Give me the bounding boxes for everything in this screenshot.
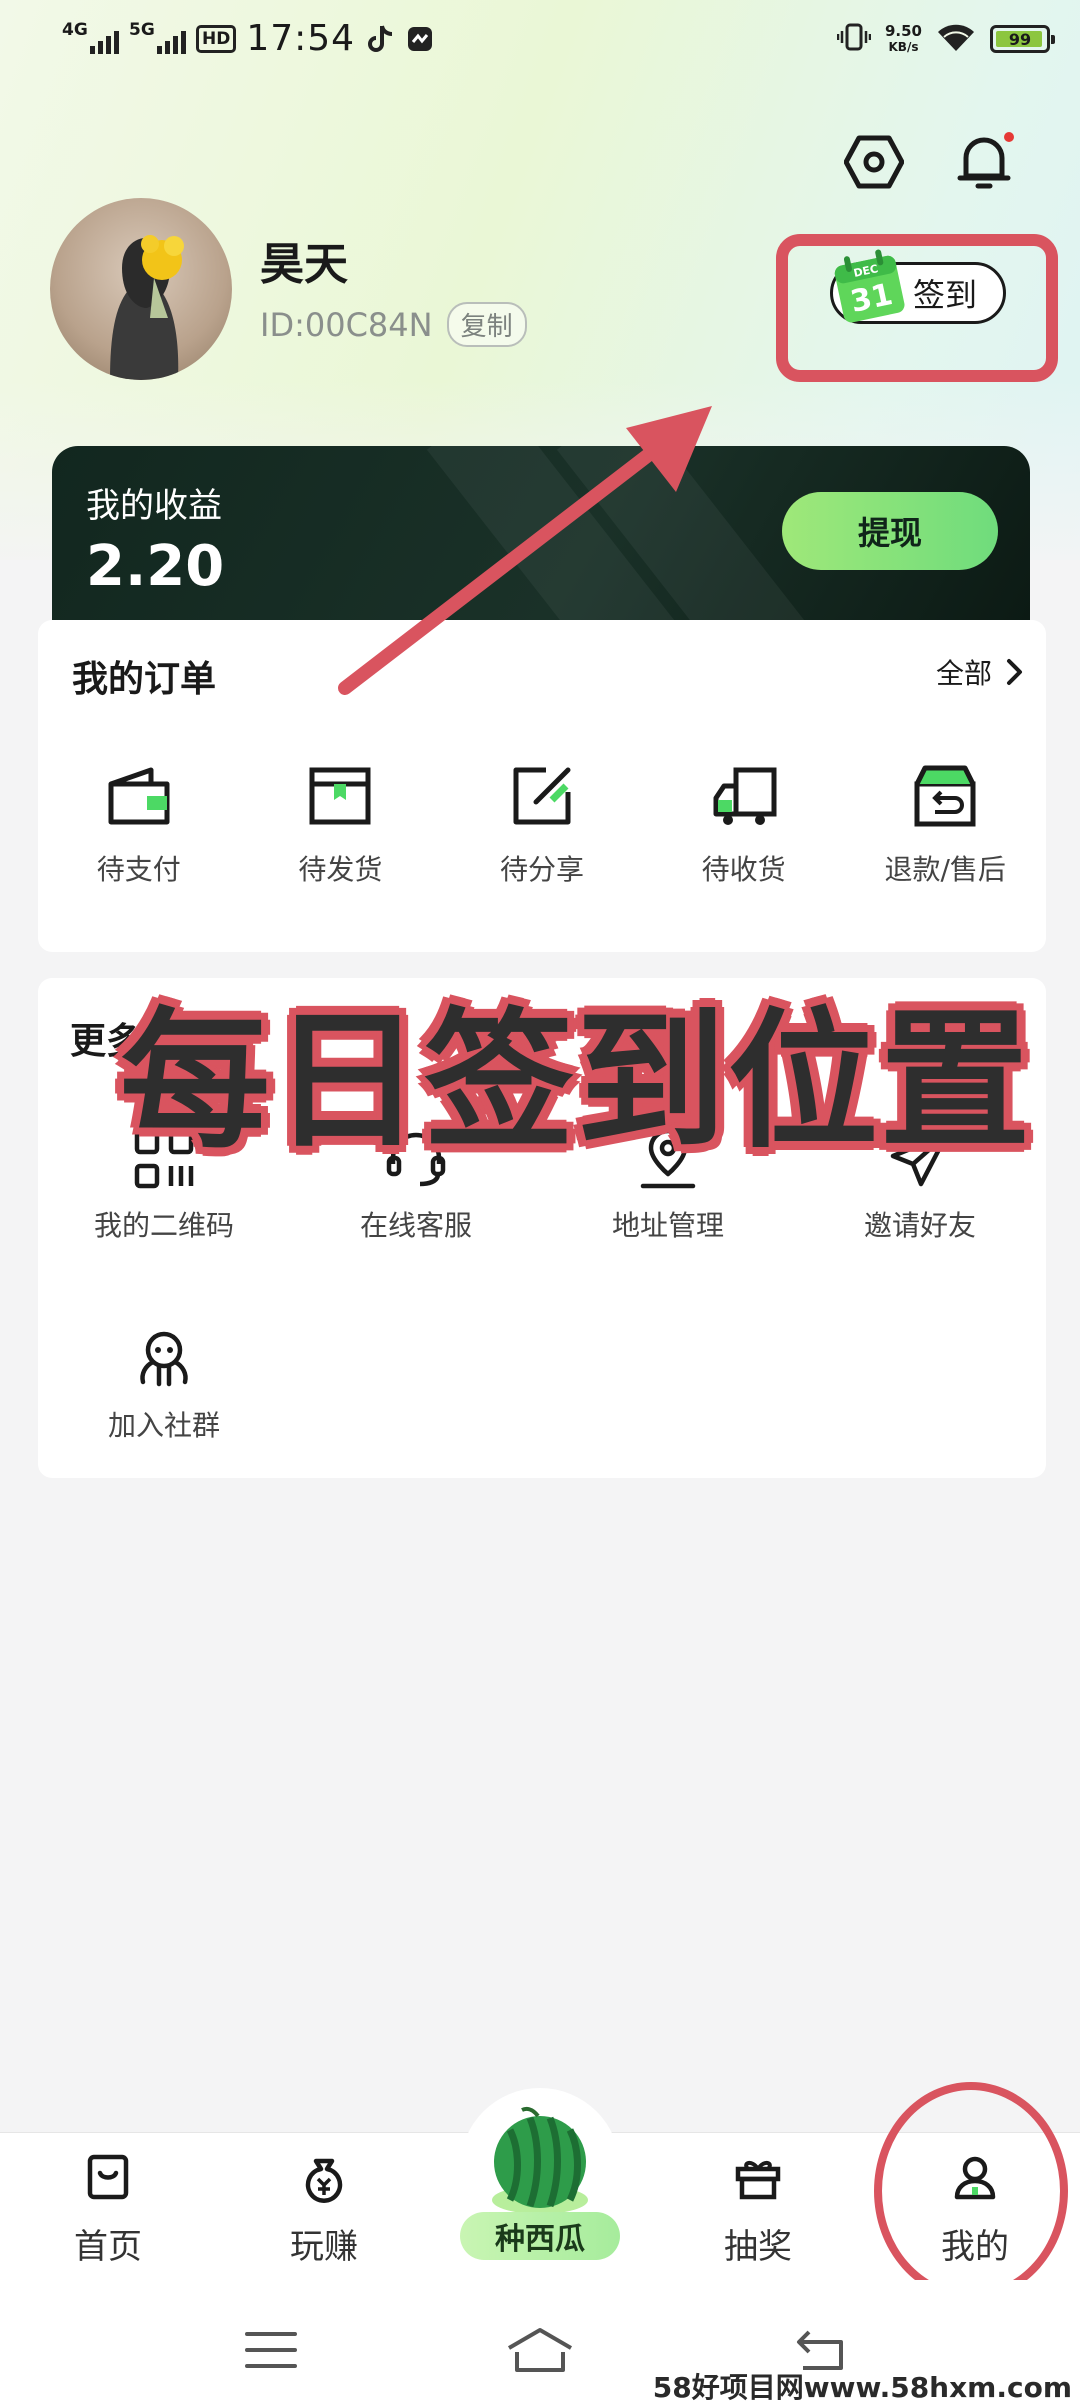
annotation-text: 每日签到位置 bbox=[120, 995, 1033, 1169]
service-label: 加入社群 bbox=[107, 1409, 220, 1442]
orders-title: 我的订单 bbox=[72, 659, 217, 700]
earnings-card: 我的收益 2.20 提现 bbox=[52, 446, 1030, 626]
service-label: 在线客服 bbox=[359, 1209, 472, 1242]
app-notification-icon bbox=[405, 24, 435, 54]
unread-dot bbox=[1004, 132, 1014, 142]
signal-bars-icon bbox=[90, 24, 119, 54]
orders-view-all-label: 全部 bbox=[935, 657, 992, 690]
mine-tab-highlight-circle bbox=[874, 2082, 1068, 2300]
service-label: 邀请好友 bbox=[863, 1209, 976, 1242]
clock: 17:54 bbox=[246, 18, 356, 59]
orders-view-all-link[interactable]: 全部 bbox=[936, 652, 1024, 692]
hd-voice-badge: HD bbox=[196, 24, 237, 53]
settings-hexagon-icon[interactable] bbox=[840, 128, 908, 196]
order-item-label: 退款/售后 bbox=[884, 853, 1006, 886]
order-status-row: 待支付 待发货 待分享 待收货 退款/售后 bbox=[38, 760, 1046, 888]
user-id: ID:00C84N bbox=[260, 305, 433, 344]
signal-5g: 5G bbox=[129, 20, 186, 54]
service-label: 我的二维码 bbox=[93, 1209, 234, 1242]
service-label: 地址管理 bbox=[611, 1209, 724, 1242]
tab-grow-watermelon[interactable]: 种西瓜 bbox=[450, 2088, 630, 2268]
notification-bell-icon[interactable] bbox=[950, 128, 1018, 196]
orders-card: 我的订单 全部 待支付 待发货 待分享 待收货 退款/售后 bbox=[38, 620, 1046, 952]
tab-label: 抽奖 bbox=[724, 2227, 792, 2267]
watermelon-icon bbox=[492, 2106, 588, 2214]
money-bag-icon bbox=[305, 2158, 343, 2203]
tab-lottery[interactable]: 抽奖 bbox=[678, 2151, 838, 2268]
order-item-pending-payment[interactable]: 待支付 bbox=[38, 760, 240, 888]
withdraw-button[interactable]: 提现 bbox=[782, 492, 998, 570]
earnings-title: 我的收益 bbox=[86, 486, 222, 526]
order-item-pending-receipt[interactable]: 待收货 bbox=[643, 760, 845, 888]
signal-bars-icon bbox=[157, 24, 186, 54]
package-icon bbox=[309, 767, 371, 825]
net-speed-unit: KB/s bbox=[888, 39, 919, 54]
home-icon[interactable] bbox=[505, 2320, 575, 2380]
order-item-refund[interactable]: 退款/售后 bbox=[844, 760, 1046, 888]
tab-label: 玩赚 bbox=[290, 2227, 358, 2267]
wallet-icon bbox=[108, 767, 170, 825]
signal-4g: 4G bbox=[62, 20, 119, 54]
community-icon bbox=[140, 1331, 188, 1387]
net-speed-value: 9.50 bbox=[884, 21, 922, 40]
watermark: 58好项目网www.58hxm.com bbox=[652, 2371, 1072, 2404]
service-join-community[interactable]: 加入社群 bbox=[38, 1328, 290, 1444]
order-item-label: 待分享 bbox=[499, 853, 584, 886]
gift-icon bbox=[735, 2161, 781, 2200]
system-navigation-bar: 58好项目网www.58hxm.com bbox=[0, 2280, 1080, 2408]
chevron-right-icon bbox=[1007, 659, 1022, 685]
tiktok-icon bbox=[365, 24, 395, 54]
order-item-pending-shipment[interactable]: 待发货 bbox=[240, 760, 442, 888]
shopping-bag-icon bbox=[87, 2154, 129, 2200]
order-item-pending-share[interactable]: 待分享 bbox=[441, 760, 643, 888]
avatar[interactable] bbox=[50, 198, 232, 380]
order-item-label: 待收货 bbox=[701, 853, 786, 886]
signal-4g-label: 4G bbox=[62, 19, 88, 40]
tab-label: 首页 bbox=[74, 2227, 142, 2267]
center-tab-label: 种西瓜 bbox=[460, 2212, 620, 2260]
status-right: 9.50 KB/s 99 bbox=[836, 21, 1055, 56]
order-item-label: 待支付 bbox=[96, 853, 181, 886]
signal-5g-label: 5G bbox=[129, 19, 155, 40]
status-left: 4G 5G HD 17:54 bbox=[62, 18, 435, 59]
username: 昊天 bbox=[260, 239, 348, 290]
wifi-icon bbox=[936, 22, 976, 56]
tab-earn[interactable]: 玩赚 bbox=[244, 2151, 404, 2268]
tab-home[interactable]: 首页 bbox=[28, 2151, 188, 2268]
order-item-label: 待发货 bbox=[298, 853, 383, 886]
return-box-icon bbox=[914, 765, 976, 827]
vibrate-icon bbox=[836, 22, 872, 56]
truck-icon bbox=[713, 767, 777, 825]
battery-level: 99 bbox=[1008, 29, 1032, 49]
net-speed: 9.50 KB/s bbox=[884, 21, 922, 55]
share-edit-icon bbox=[513, 767, 571, 825]
copy-id-button[interactable]: 复制 bbox=[446, 302, 527, 347]
checkin-highlight-box bbox=[776, 234, 1058, 382]
user-id-row: ID:00C84N 复制 bbox=[260, 302, 527, 347]
earnings-amount: 2.20 bbox=[86, 534, 225, 599]
status-bar: 4G 5G HD 17:54 9.50 KB/s 99 bbox=[0, 0, 1080, 84]
menu-icon[interactable] bbox=[236, 2320, 306, 2380]
battery-icon: 99 bbox=[990, 25, 1055, 53]
